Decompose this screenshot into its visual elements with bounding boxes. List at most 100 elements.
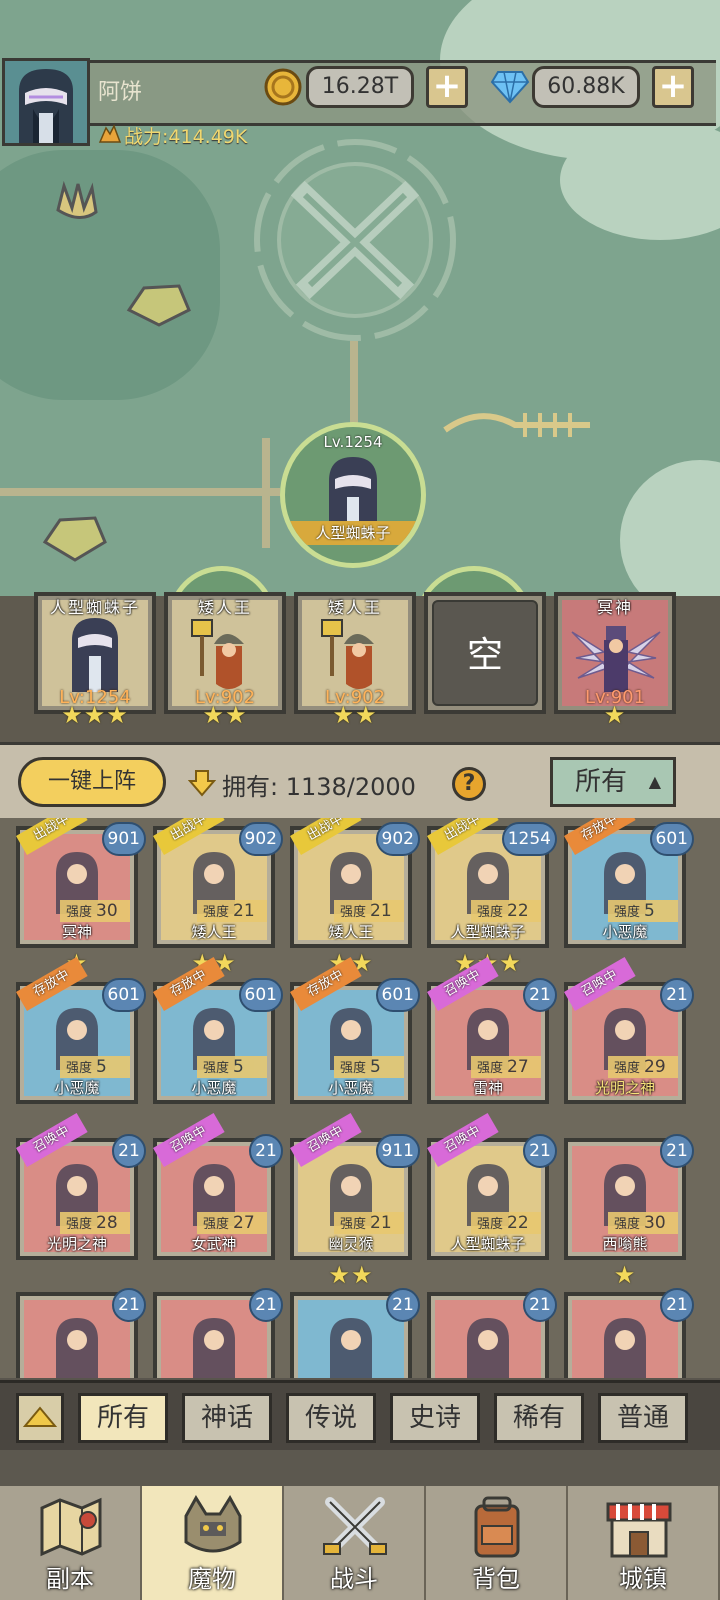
- fish-skeleton-icon: [443, 413, 590, 437]
- down-arrow-icon: [188, 770, 216, 797]
- team-slot-1[interactable]: 人型蜘蛛子 Lv:1254: [34, 592, 156, 714]
- level-badge: 21: [660, 978, 694, 1012]
- power-value: 5: [644, 901, 655, 921]
- monster-card[interactable]: 存放中 强度 5 小恶魔 601: [16, 957, 146, 1104]
- filter-mythic[interactable]: 神话: [182, 1393, 272, 1443]
- team-slot-5[interactable]: 冥神 Lv:901: [554, 592, 676, 714]
- roster-toolbar: 一键上阵 拥有: 1138/2000 ? 所有 ▲: [0, 742, 720, 822]
- monster-card[interactable]: 出战中 强度 30 冥神 901: [16, 818, 146, 948]
- power-label: 强度: [203, 1217, 230, 1232]
- monster-card[interactable]: 21: [290, 1288, 420, 1378]
- power-rating: 强度 21: [334, 900, 404, 922]
- monster-card[interactable]: 出战中 强度 22 人型蜘蛛子 1254: [427, 818, 557, 948]
- power-value: 5: [370, 1057, 381, 1077]
- monster-card[interactable]: 强度 30 西嗡熊 21: [564, 1134, 694, 1260]
- dwarf-king-icon: [321, 619, 374, 689]
- leader-name: 人型蜘蛛子: [285, 521, 421, 545]
- team-slot-3[interactable]: 矮人王 Lv:902: [294, 592, 416, 714]
- team-slot-name: 人型蜘蛛子: [49, 598, 140, 617]
- player-header: 阿饼 16.28T + 60.88K + 战力:414.49K: [0, 58, 720, 150]
- town-icon: [606, 1502, 672, 1558]
- monster-roster-grid: 出战中强度30冥神901★出战中强度21矮人王902★★出战中强度21矮人王90…: [0, 818, 720, 1378]
- level-badge: 601: [649, 822, 694, 856]
- filter-epic[interactable]: 史诗: [390, 1393, 480, 1443]
- level-badge: 21: [386, 1288, 420, 1322]
- level-badge: 21: [112, 1288, 146, 1322]
- level-badge: 21: [660, 1288, 694, 1322]
- gem-amount: 60.88K: [532, 66, 640, 108]
- bottom-navigation: 副本 魔物 战斗 背包 城镇: [0, 1450, 720, 1600]
- level-badge: 21: [112, 1134, 146, 1168]
- collapse-toggle-button[interactable]: [16, 1393, 64, 1443]
- auto-deploy-button[interactable]: 一键上阵: [18, 757, 166, 807]
- team-slot-4-empty[interactable]: 空: [424, 592, 546, 714]
- help-button[interactable]: ?: [452, 767, 486, 801]
- add-gems-button[interactable]: +: [652, 66, 694, 108]
- monster-name: 人型蜘蛛子: [450, 923, 526, 941]
- nav-label: 魔物: [188, 1565, 236, 1593]
- monster-card[interactable]: 召唤中 强度 28 光明之神 21: [16, 1113, 146, 1260]
- power-value: 5: [233, 1057, 244, 1077]
- level-badge: 1254: [501, 822, 557, 856]
- nav-label: 背包: [472, 1565, 520, 1593]
- monster-card[interactable]: 召唤中 强度 22 人型蜘蛛子 21: [427, 1113, 557, 1260]
- island-icon: [42, 516, 107, 562]
- monster-card[interactable]: 21: [153, 1288, 283, 1378]
- power-label: 强度: [203, 905, 230, 920]
- power-rating: 强度 28: [60, 1212, 130, 1234]
- filter-rare[interactable]: 稀有: [494, 1393, 584, 1443]
- monster-card[interactable]: 21: [16, 1288, 146, 1378]
- monster-card[interactable]: 出战中 强度 21 矮人王 902: [290, 818, 420, 948]
- level-badge: 902: [238, 822, 283, 856]
- monster-card[interactable]: 召唤中 强度 29 光明之神 21: [564, 957, 694, 1104]
- power-label: 强度: [477, 1217, 504, 1232]
- monster-name: 女武神: [191, 1235, 237, 1253]
- monster-portrait-icon: [467, 1318, 509, 1378]
- gold-coin-icon: [264, 68, 302, 106]
- power-value: 21: [370, 1213, 392, 1233]
- nav-dungeon[interactable]: 副本: [0, 1486, 142, 1600]
- team-slot-2[interactable]: 矮人王 Lv:902: [164, 592, 286, 714]
- power-rating: 强度 27: [471, 1056, 541, 1078]
- monster-name: 人型蜘蛛子: [450, 1235, 526, 1253]
- power-label: 强度: [66, 1061, 93, 1076]
- owned-count: 拥有: 1138/2000: [222, 773, 416, 801]
- power-rating: 强度 5: [334, 1056, 404, 1078]
- hades-icon: [571, 626, 661, 692]
- monster-card[interactable]: 21: [427, 1288, 557, 1378]
- monster-card[interactable]: 存放中 强度 5 小恶魔 601: [564, 818, 694, 948]
- power-icon: [98, 124, 122, 143]
- filter-all[interactable]: 所有: [78, 1393, 168, 1443]
- filter-legendary[interactable]: 传说: [286, 1393, 376, 1443]
- level-badge: 601: [101, 978, 146, 1012]
- monster-card[interactable]: 存放中 强度 5 小恶魔 601: [290, 957, 420, 1104]
- monster-name: 雷神: [472, 1079, 503, 1097]
- filter-common[interactable]: 普通: [598, 1393, 688, 1443]
- power-rating: 强度 22: [471, 900, 541, 922]
- nav-battle[interactable]: 战斗: [284, 1486, 426, 1600]
- monster-portrait-icon: [604, 1318, 646, 1378]
- sort-filter-dropdown[interactable]: 所有 ▲: [550, 757, 676, 807]
- leader-bubble[interactable]: Lv.1254 人型蜘蛛子: [280, 422, 426, 568]
- level-badge: 21: [660, 1134, 694, 1168]
- monster-card[interactable]: 出战中 强度 21 矮人王 902: [153, 818, 283, 948]
- power-rating: 强度 21: [334, 1212, 404, 1234]
- nav-monsters[interactable]: 魔物: [142, 1486, 284, 1600]
- monster-card[interactable]: 召唤中 强度 27 女武神 21: [153, 1113, 283, 1260]
- power-rating: 强度 22: [471, 1212, 541, 1234]
- dwarf-king-icon: [191, 619, 244, 689]
- nav-backpack[interactable]: 背包: [426, 1486, 568, 1600]
- power-rating: 强度 30: [60, 900, 130, 922]
- monster-card[interactable]: 召唤中 强度 21 幽灵猴 911: [290, 1113, 420, 1260]
- monster-card[interactable]: 存放中 强度 5 小恶魔 601: [153, 957, 283, 1104]
- caret-up-icon: ▲: [648, 772, 661, 791]
- add-gold-button[interactable]: +: [426, 66, 468, 108]
- rarity-filter-bar: 所有 神话 传说 史诗 稀有 普通: [0, 1380, 720, 1453]
- nav-label: 城镇: [619, 1565, 667, 1593]
- monster-stars: ★: [613, 1261, 637, 1289]
- monster-card[interactable]: 21: [564, 1288, 694, 1378]
- nav-town[interactable]: 城镇: [568, 1486, 720, 1600]
- monster-card[interactable]: 召唤中 强度 27 雷神 21: [427, 957, 557, 1104]
- level-badge: 21: [249, 1288, 283, 1322]
- player-avatar[interactable]: [2, 58, 90, 146]
